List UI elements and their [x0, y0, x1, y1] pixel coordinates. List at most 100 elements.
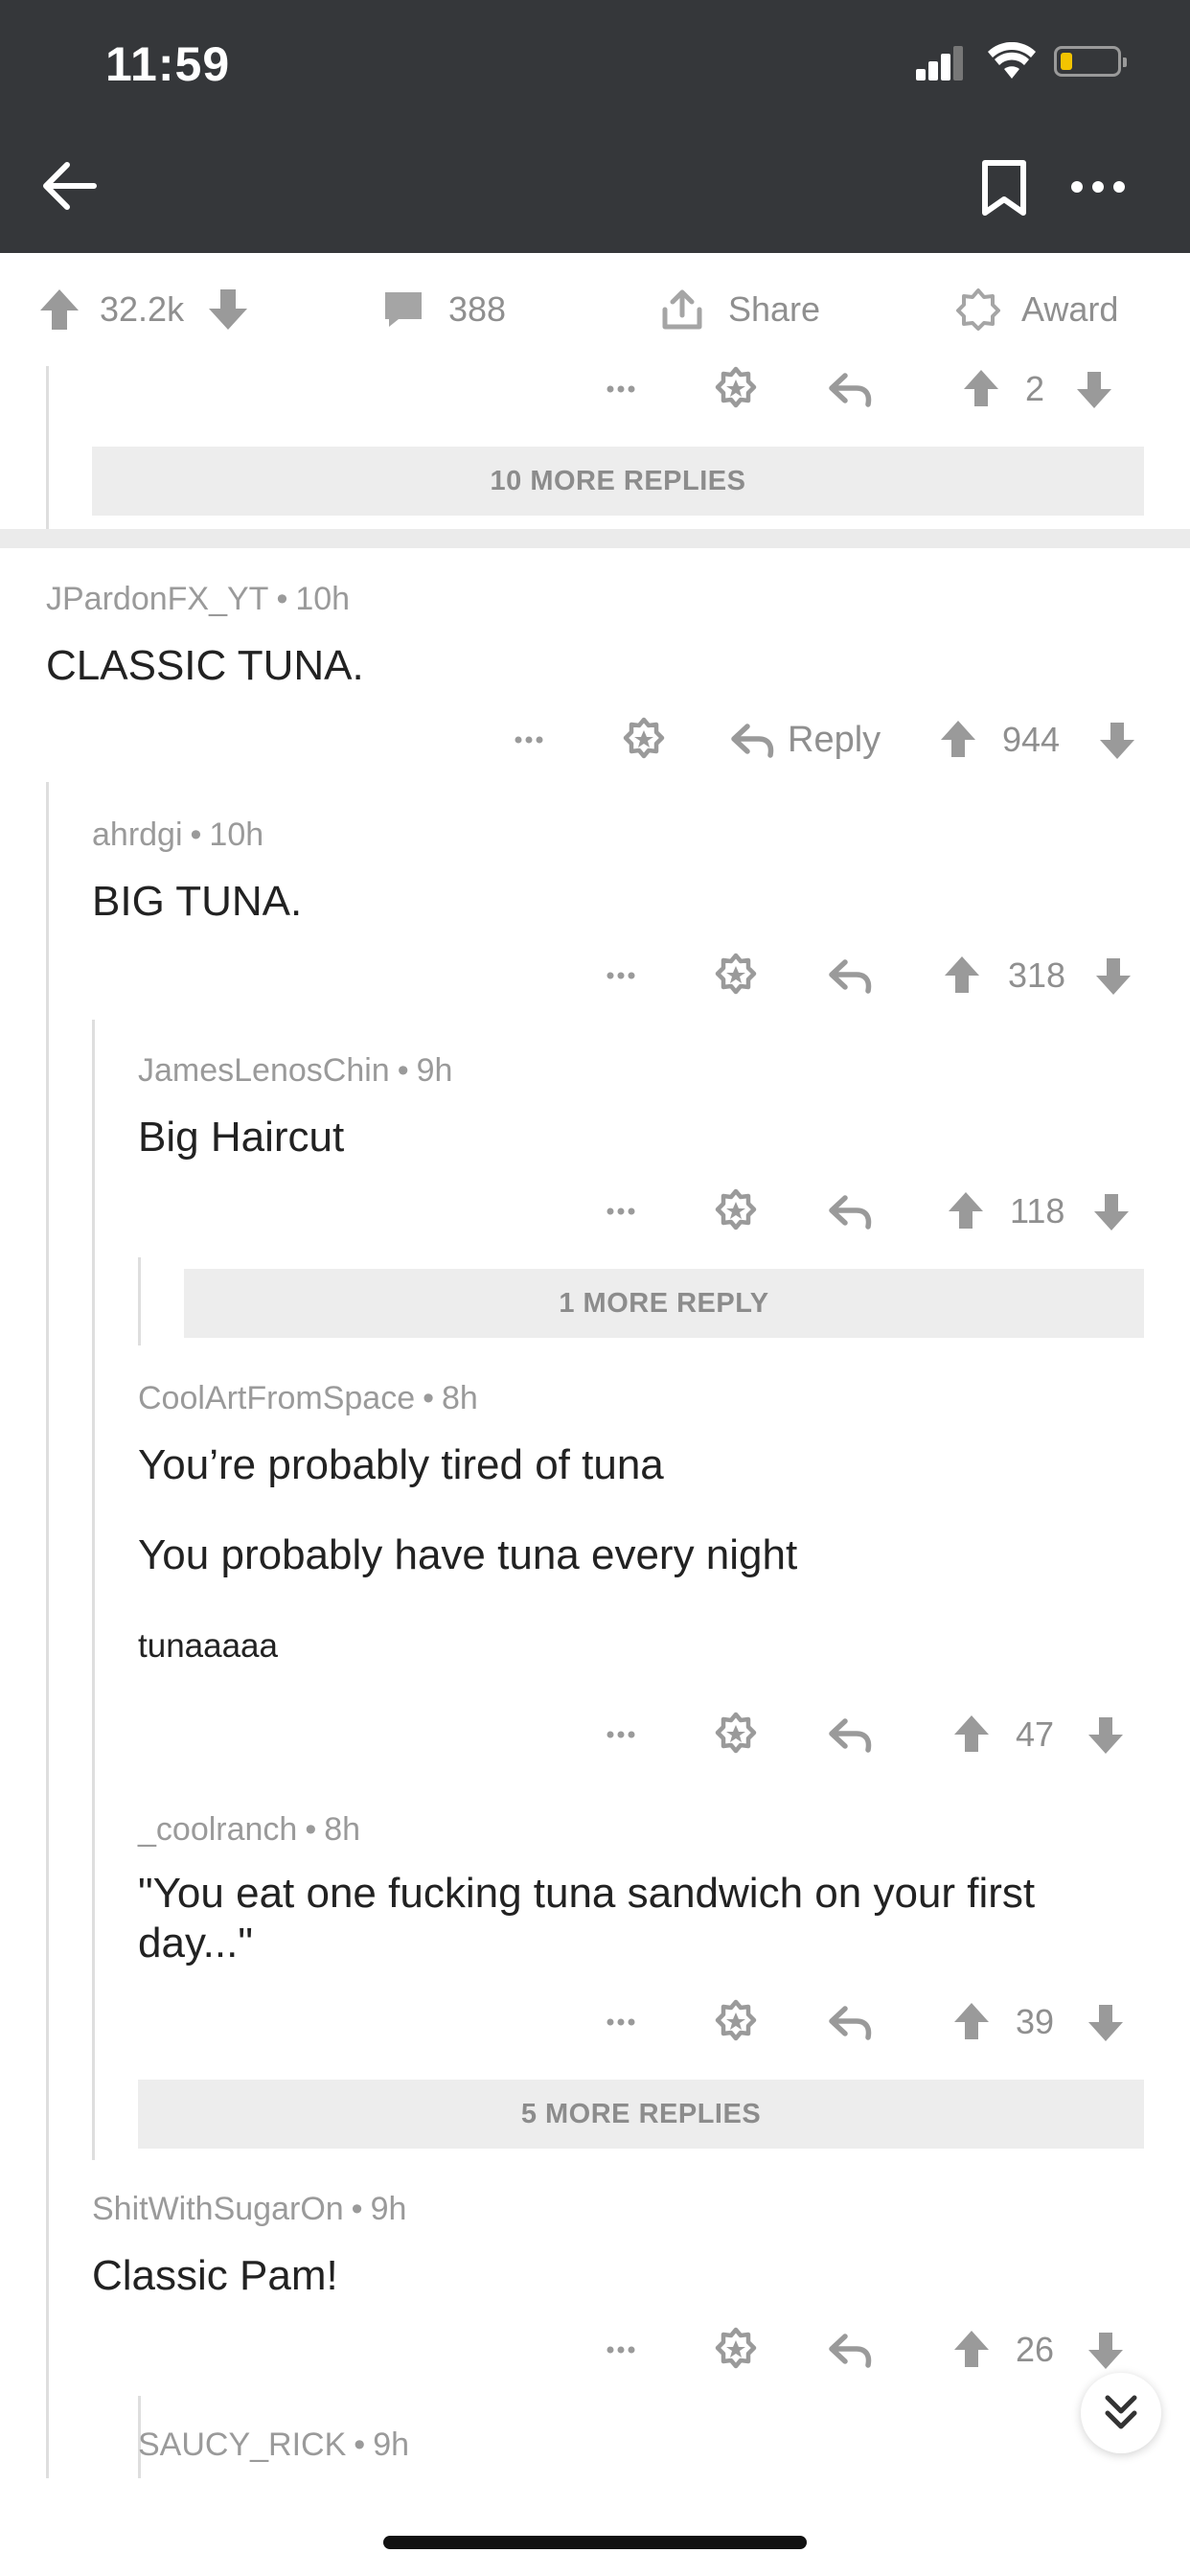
double-chevron-down-icon [1105, 2395, 1137, 2429]
thread-line [46, 782, 49, 2478]
comment-bubble-icon [385, 292, 422, 327]
comment-time: 9h [373, 2426, 410, 2463]
back-arrow-icon[interactable] [38, 155, 100, 217]
comment-body: Classic Pam! [92, 2252, 338, 2299]
more-horizontal-icon[interactable] [1069, 172, 1127, 201]
upvote-arrow-icon[interactable] [943, 1993, 1000, 2051]
next-comment-button[interactable] [1081, 2373, 1161, 2453]
comment-score: 2 [1025, 369, 1045, 408]
post-action-bar: 32.2k 388 Share Award [0, 253, 1190, 366]
comment-score: 47 [1016, 1714, 1055, 1754]
upvote-arrow-icon[interactable] [38, 288, 80, 332]
upvote-arrow-icon[interactable] [943, 1706, 1000, 1763]
downvote-arrow-icon[interactable] [1085, 947, 1142, 1004]
comment-body: Big Haircut [138, 1114, 345, 1161]
reply-arrow-icon[interactable] [724, 711, 782, 769]
comment-author[interactable]: SAUCY_RICK [138, 2426, 346, 2463]
comment-meta: ShitWithSugarOn • 9h [92, 2191, 407, 2227]
comment-actions: 26 [0, 2321, 1190, 2379]
comment-actions: 39 [0, 1993, 1190, 2051]
comments-button[interactable]: 388 [381, 284, 506, 335]
award-icon[interactable] [707, 1993, 765, 2051]
comment-time: 8h [324, 1811, 361, 1848]
comment-score: 318 [1008, 955, 1066, 995]
share-icon [662, 289, 702, 330]
share-label: Share [728, 289, 821, 329]
reply-arrow-icon[interactable] [822, 1183, 880, 1240]
comment-actions: 47 [0, 1706, 1190, 1763]
downvote-arrow-icon[interactable] [1077, 1993, 1134, 2051]
comment-count: 388 [448, 289, 507, 329]
reply-arrow-icon[interactable] [822, 1993, 880, 2051]
award-label: Award [1021, 289, 1119, 329]
award-icon[interactable] [707, 2321, 765, 2379]
upvote-arrow-icon[interactable] [952, 360, 1010, 418]
reply-arrow-icon[interactable] [822, 1706, 880, 1763]
comment-body-line: You probably have tuna every night [138, 1531, 798, 1578]
comment-meta: JPardonFX_YT • 10h [46, 581, 351, 617]
downvote-arrow-icon[interactable] [1083, 1183, 1140, 1240]
status-time: 11:59 [105, 37, 231, 91]
comment-author[interactable]: CoolArtFromSpace [138, 1380, 415, 1416]
home-indicator [383, 2536, 807, 2549]
more-replies-button[interactable]: 10 MORE REPLIES [92, 447, 1144, 516]
share-button[interactable]: Share [659, 284, 820, 335]
comment-meta: _coolranch • 8h [138, 1811, 361, 1848]
comment-options-icon[interactable] [592, 2321, 650, 2379]
upvote-arrow-icon[interactable] [943, 2321, 1000, 2379]
award-icon [956, 288, 1000, 331]
comment-time: 9h [416, 1052, 453, 1089]
comment-meta: CoolArtFromSpace • 8h [138, 1380, 478, 1416]
comment-time: 8h [442, 1380, 478, 1416]
reply-button[interactable]: Reply [788, 711, 881, 769]
comment-options-icon[interactable] [592, 947, 650, 1004]
comment-options-icon[interactable] [592, 1993, 650, 2051]
comment-author[interactable]: JamesLenosChin [138, 1052, 390, 1089]
award-icon[interactable] [707, 1183, 765, 1240]
comment-options-icon[interactable] [592, 360, 650, 418]
comment-author[interactable]: ahrdgi [92, 816, 183, 853]
upvote-arrow-icon[interactable] [929, 711, 987, 769]
comment-meta: SAUCY_RICK • 9h [138, 2426, 410, 2463]
downvote-arrow-icon[interactable] [1077, 2321, 1134, 2379]
comment-author[interactable]: JPardonFX_YT [46, 581, 268, 617]
comment-score: 118 [1010, 1191, 1065, 1230]
reply-arrow-icon[interactable] [822, 947, 880, 1004]
award-button[interactable]: Award [956, 284, 1118, 335]
wifi-icon [988, 42, 1036, 79]
award-icon[interactable] [707, 1706, 765, 1763]
top-bar: 11:59 [0, 0, 1190, 253]
comment-options-icon[interactable] [592, 1183, 650, 1240]
comment-options-icon[interactable] [592, 1706, 650, 1763]
comment-meta: JamesLenosChin • 9h [138, 1052, 453, 1089]
reply-arrow-icon[interactable] [822, 360, 880, 418]
upvote-arrow-icon[interactable] [933, 947, 991, 1004]
comment-options-icon[interactable] [500, 711, 558, 769]
comment-score: 944 [1002, 720, 1061, 759]
comment-time: 10h [209, 816, 264, 853]
award-icon[interactable] [707, 360, 765, 418]
more-replies-button[interactable]: 1 MORE REPLY [184, 1269, 1144, 1338]
comment-body-line: tunaaaaa [138, 1627, 278, 1665]
comment-body: "You eat one fucking tuna sandwich on yo… [138, 1870, 1036, 1966]
downvote-arrow-icon[interactable] [207, 288, 249, 332]
post-vote-control: 32.2k [38, 284, 249, 335]
comment-actions: Reply 944 [0, 711, 1190, 769]
bookmark-icon[interactable] [977, 159, 1031, 217]
battery-icon [1054, 46, 1127, 77]
downvote-arrow-icon[interactable] [1088, 711, 1146, 769]
upvote-arrow-icon[interactable] [937, 1183, 995, 1240]
award-icon[interactable] [615, 711, 673, 769]
reply-arrow-icon[interactable] [822, 2321, 880, 2379]
comment-author[interactable]: ShitWithSugarOn [92, 2191, 344, 2227]
downvote-arrow-icon[interactable] [1077, 1706, 1134, 1763]
downvote-arrow-icon[interactable] [1065, 360, 1123, 418]
comment-actions: 118 [0, 1183, 1190, 1240]
more-replies-button[interactable]: 5 MORE REPLIES [138, 2080, 1144, 2149]
comment-meta: ahrdgi • 10h [92, 816, 264, 853]
comment-author[interactable]: _coolranch [138, 1811, 297, 1848]
award-icon[interactable] [707, 947, 765, 1004]
signal-icon [916, 46, 964, 80]
comment-score: 26 [1016, 2330, 1055, 2369]
post-upvote-count: 32.2k [100, 289, 185, 329]
